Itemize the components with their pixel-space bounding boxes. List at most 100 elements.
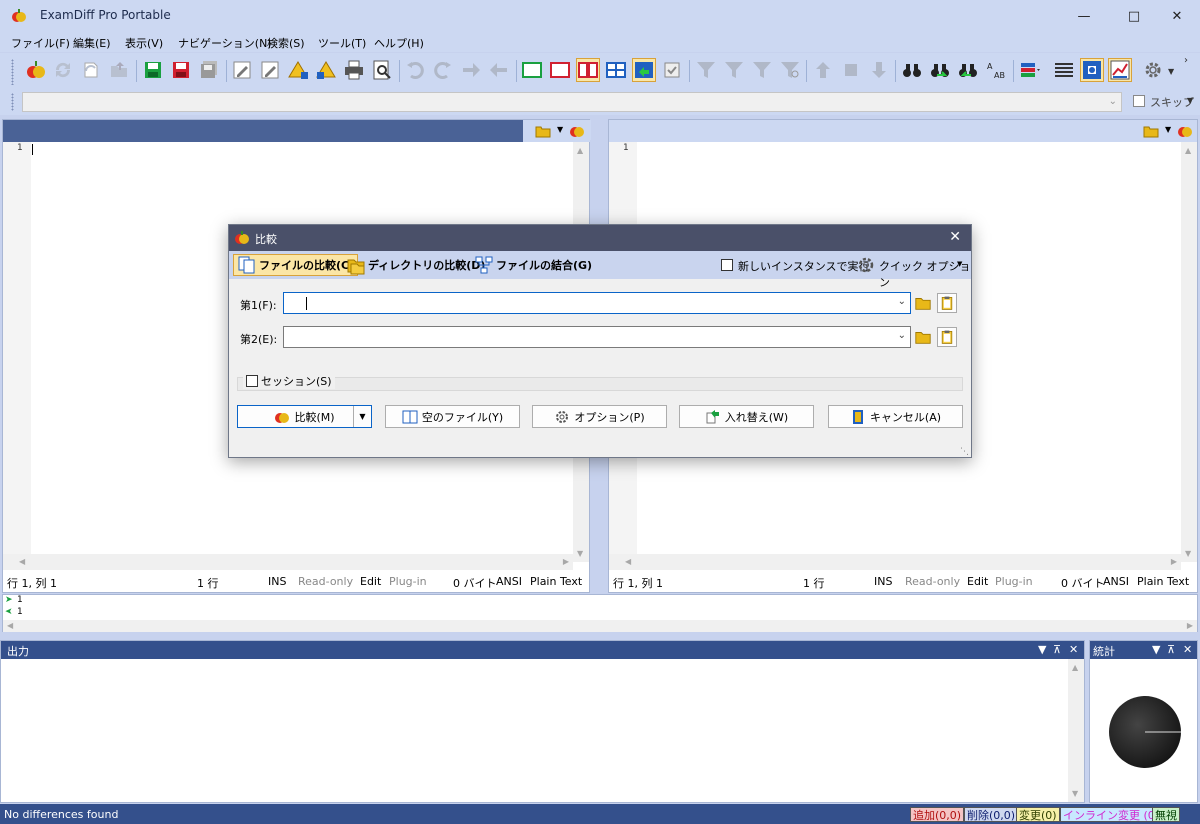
compare-icon[interactable]	[24, 58, 48, 82]
next-diff-icon[interactable]	[867, 58, 891, 82]
edit-right-icon[interactable]	[258, 58, 282, 82]
filter-add-icon[interactable]	[722, 58, 746, 82]
close-icon[interactable]: ✕	[1183, 643, 1192, 656]
empty-file-button[interactable]: 空のファイル(Y)	[385, 405, 520, 428]
skipbar-grip[interactable]	[11, 93, 14, 111]
menu-help[interactable]: ヘルプ(H)	[374, 35, 424, 51]
redo-icon[interactable]	[431, 58, 455, 82]
session-groupbox	[237, 377, 963, 391]
settings-dropdown-icon[interactable]: ▼	[1168, 67, 1174, 76]
plugin-icon[interactable]	[1080, 58, 1104, 82]
compare-button[interactable]: 比較(M) ▼	[237, 405, 372, 428]
open-folder-icon[interactable]	[107, 58, 131, 82]
browse-folder-icon[interactable]	[913, 293, 933, 313]
chevron-down-icon[interactable]: ▼	[957, 260, 962, 268]
checkbox-icon[interactable]	[660, 58, 684, 82]
find-icon[interactable]	[900, 58, 924, 82]
open-folder-icon[interactable]	[1143, 123, 1159, 139]
window-title: ExamDiff Pro Portable	[40, 8, 171, 22]
copy-right-icon[interactable]	[459, 58, 483, 82]
save-right-icon[interactable]	[169, 58, 193, 82]
menu-edit[interactable]: 編集(E)	[73, 35, 111, 51]
toolbar-grip[interactable]	[11, 59, 14, 85]
filter-search-icon[interactable]	[778, 58, 802, 82]
cancel-button[interactable]: キャンセル(A)	[828, 405, 963, 428]
undo-icon[interactable]	[403, 58, 427, 82]
browse-folder-icon[interactable]	[913, 327, 933, 347]
filter-icon[interactable]	[694, 58, 718, 82]
session-checkbox[interactable]	[246, 375, 258, 387]
settings-gear-icon[interactable]	[1141, 58, 1165, 82]
diff-navigation-strip: ➤ 1 ➤ 1 ◀ ▶	[2, 594, 1198, 632]
second-file-combo[interactable]: ⌄	[283, 326, 911, 348]
filter-remove-icon[interactable]	[750, 58, 774, 82]
minimize-button[interactable]: —	[1061, 0, 1107, 32]
options-button[interactable]: オプション(P)	[532, 405, 667, 428]
menu-tools[interactable]: ツール(T)	[318, 35, 366, 51]
replace-icon[interactable]: A AB	[984, 58, 1008, 82]
warning-options-icon[interactable]	[314, 58, 338, 82]
tab-file-compare[interactable]: ファイルの比較(C)	[233, 254, 359, 276]
nav-horizontal-scrollbar[interactable]: ◀ ▶	[3, 620, 1197, 632]
save-left-icon[interactable]	[141, 58, 165, 82]
clipboard-icon[interactable]	[937, 293, 957, 313]
find-next-icon[interactable]	[928, 58, 952, 82]
save-all-icon[interactable]	[197, 58, 221, 82]
output-vertical-scrollbar[interactable]: ▲ ▼	[1068, 659, 1084, 802]
sync-scroll-icon[interactable]	[632, 58, 656, 82]
swap-button[interactable]: 入れ替え(W)	[679, 405, 814, 428]
compare-icon[interactable]	[1177, 123, 1193, 139]
copy-left-icon[interactable]	[487, 58, 511, 82]
menu-search[interactable]: 検索(S)	[267, 35, 305, 51]
compare-dropdown-icon[interactable]: ▼	[353, 406, 371, 427]
settings-gear-icon[interactable]	[856, 255, 876, 275]
maximize-button[interactable]: □	[1111, 0, 1157, 32]
chevron-down-icon[interactable]: ▼	[557, 125, 563, 134]
dialog-close-button[interactable]: ✕	[949, 229, 961, 245]
panel-menu-icon[interactable]: ▼	[1038, 643, 1046, 656]
resize-grip-icon[interactable]: ⋱	[960, 447, 969, 457]
layout-right-icon[interactable]	[548, 58, 572, 82]
refresh-icon[interactable]	[79, 58, 103, 82]
menu-navigation[interactable]: ナビゲーション(N)	[178, 35, 272, 51]
compare-icon[interactable]	[569, 123, 585, 139]
report-icon[interactable]	[1108, 58, 1132, 82]
chevron-down-icon[interactable]: ⌄	[898, 296, 906, 307]
tab-file-merge[interactable]: ファイルの結合(G)	[471, 254, 595, 276]
first-file-combo[interactable]: ⌄	[283, 292, 911, 314]
skip-combo[interactable]: ⌄	[22, 92, 1122, 112]
pin-icon[interactable]: ⊼	[1167, 643, 1175, 656]
view-options-icon[interactable]	[1018, 58, 1042, 82]
tab-directory-compare[interactable]: ディレクトリの比較(D)	[343, 254, 488, 276]
open-folder-icon[interactable]	[535, 123, 551, 139]
skip-checkbox[interactable]	[1133, 95, 1145, 107]
current-diff-icon[interactable]	[839, 58, 863, 82]
close-icon[interactable]: ✕	[1069, 643, 1078, 656]
menu-view[interactable]: 表示(V)	[125, 35, 163, 51]
layout-left-icon[interactable]	[520, 58, 544, 82]
prev-diff-icon[interactable]	[811, 58, 835, 82]
toolbar-overflow-icon[interactable]: ›	[1184, 55, 1188, 66]
right-horizontal-scrollbar[interactable]: ◀ ▶	[609, 554, 1181, 570]
menu-bar: ファイル(F) 編集(E) 表示(V) ナビゲーション(N) 検索(S) ツール…	[0, 32, 1200, 52]
warning-icon[interactable]	[286, 58, 310, 82]
skipbar-dropdown-icon[interactable]: ▼	[1187, 96, 1193, 105]
recompare-icon[interactable]	[51, 58, 75, 82]
menu-file[interactable]: ファイル(F)	[11, 35, 70, 51]
panel-menu-icon[interactable]: ▼	[1152, 643, 1160, 656]
right-vertical-scrollbar[interactable]: ▲ ▼	[1181, 142, 1197, 562]
layout-quad-icon[interactable]	[604, 58, 628, 82]
chevron-down-icon[interactable]: ⌄	[898, 330, 906, 341]
chevron-down-icon[interactable]: ▼	[1165, 125, 1171, 134]
new-instance-checkbox[interactable]	[721, 259, 733, 271]
layout-side-by-side-icon[interactable]	[576, 58, 600, 82]
print-icon[interactable]	[342, 58, 366, 82]
clipboard-icon[interactable]	[937, 327, 957, 347]
find-prev-icon[interactable]	[956, 58, 980, 82]
close-button[interactable]: ✕	[1154, 0, 1200, 32]
edit-left-icon[interactable]	[230, 58, 254, 82]
left-horizontal-scrollbar[interactable]: ◀ ▶	[3, 554, 573, 570]
print-preview-icon[interactable]	[370, 58, 394, 82]
text-lines-icon[interactable]	[1052, 58, 1076, 82]
pin-icon[interactable]: ⊼	[1053, 643, 1061, 656]
